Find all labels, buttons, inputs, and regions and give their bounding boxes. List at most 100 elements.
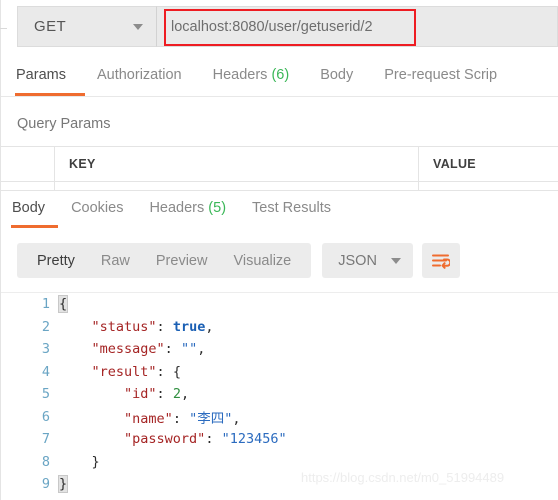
response-body-viewer[interactable]: 1{2 "status": true, 3 "message": "", 4 "re… [1, 292, 558, 500]
word-wrap-toggle[interactable] [421, 243, 460, 278]
view-raw-button[interactable]: Raw [88, 253, 143, 269]
code-line: 2 "status": true, [1, 316, 558, 339]
code-token: } [57, 475, 69, 494]
line-number: 1 [41, 296, 50, 313]
tab-body[interactable]: Body [320, 63, 353, 83]
code-token: } [91, 453, 100, 470]
line-number: 3 [41, 341, 50, 358]
row-checkbox-cell[interactable] [1, 182, 55, 190]
query-params-empty-row[interactable] [1, 182, 558, 191]
code-token: "password" [124, 431, 206, 448]
response-tab-body[interactable]: Body [12, 196, 45, 216]
response-tab-body-label: Body [12, 200, 46, 216]
line-number: 8 [41, 453, 50, 470]
code-line-content: "name": "李四", [59, 407, 558, 427]
request-url-row: GET localhost:8080/user/getuserid/2 [17, 6, 558, 47]
tab-params-label: Params [16, 67, 66, 83]
query-params-header-row: KEY VALUE [1, 146, 558, 182]
code-line: 3 "message": "", [1, 338, 558, 361]
active-response-tab-indicator [11, 225, 58, 228]
column-header-value-label: VALUE [433, 157, 476, 171]
response-tab-test-results[interactable]: Test Results [252, 196, 331, 216]
code-token: "status" [91, 318, 157, 335]
url-input-value: localhost:8080/user/getuserid/2 [171, 18, 373, 35]
row-value-cell[interactable] [419, 182, 558, 190]
response-language-select[interactable]: JSON [322, 243, 413, 278]
response-tab-test-results-label: Test Results [252, 200, 332, 216]
response-view-group: Pretty Raw Preview Visualize [17, 243, 312, 278]
code-token: "id" [124, 386, 157, 403]
code-token: { [57, 295, 69, 314]
request-tabs: Params Authorization Headers (6) Body Pr… [1, 63, 558, 96]
response-tab-cookies-label: Cookies [71, 200, 124, 216]
line-number: 5 [41, 386, 50, 403]
tab-headers[interactable]: Headers (6) [213, 63, 290, 83]
code-token: : [205, 431, 222, 448]
code-line-content: } [57, 475, 558, 494]
code-token: : [172, 410, 190, 427]
sidebar-notch [0, 28, 7, 29]
line-number: 2 [41, 318, 50, 335]
code-line: 9} [1, 473, 558, 496]
response-tab-headers-label: Headers [149, 200, 205, 216]
line-number: 6 [41, 408, 50, 425]
word-wrap-icon [432, 254, 451, 269]
response-format-toolbar: Pretty Raw Preview Visualize JSON [17, 243, 460, 278]
column-header-value: VALUE [419, 147, 558, 181]
tab-params[interactable]: Params [16, 63, 66, 83]
select-all-checkbox-cell[interactable] [1, 147, 55, 181]
tab-body-label: Body [320, 67, 354, 83]
tab-pre-request-script-label: Pre-request Scrip [384, 67, 498, 83]
response-tabs: Body Cookies Headers (5) Test Results [1, 196, 558, 228]
chevron-down-icon [390, 257, 401, 264]
code-line-content: "result": { [59, 364, 558, 380]
code-line: 8 } [1, 451, 558, 474]
code-token: 2 [172, 386, 181, 403]
line-number: 9 [41, 476, 50, 493]
code-line-content: "message": "", [59, 341, 558, 357]
code-line-content: { [57, 295, 558, 314]
response-body-code: 1{2 "status": true, 3 "message": "", 4 "re… [1, 293, 558, 496]
response-language-label: JSON [338, 252, 377, 269]
code-token: : [156, 363, 173, 380]
code-line: 7 "password": "123456" [1, 428, 558, 451]
column-header-key: KEY [55, 147, 419, 181]
view-preview-button[interactable]: Preview [143, 253, 221, 269]
code-line-content: "status": true, [59, 319, 558, 335]
url-input[interactable]: localhost:8080/user/getuserid/2 [157, 6, 558, 47]
http-method-select[interactable]: GET [17, 6, 157, 47]
row-key-cell[interactable] [55, 182, 419, 190]
response-tab-headers[interactable]: Headers (5) [149, 196, 226, 216]
code-line-content: "password": "123456" [59, 431, 558, 447]
code-token: true [172, 318, 206, 335]
chevron-down-icon [133, 23, 143, 30]
line-number: 4 [41, 363, 50, 380]
code-token: "message" [91, 341, 165, 358]
tab-authorization[interactable]: Authorization [97, 63, 182, 83]
line-number: 7 [41, 431, 50, 448]
view-pretty-button[interactable]: Pretty [24, 253, 88, 269]
code-line-content: "id": 2, [59, 386, 558, 402]
code-line: 5 "id": 2, [1, 383, 558, 406]
tab-headers-label: Headers [212, 67, 268, 83]
code-token: { [172, 363, 181, 380]
view-visualize-button[interactable]: Visualize [220, 253, 304, 269]
code-token: : [164, 341, 181, 358]
code-token: , [232, 410, 241, 427]
code-token: "李四" [189, 410, 233, 427]
tab-pre-request-script[interactable]: Pre-request Scrip [384, 63, 497, 83]
code-token: : [156, 386, 173, 403]
response-tab-cookies[interactable]: Cookies [71, 196, 123, 216]
query-params-heading: Query Params [17, 116, 111, 132]
code-token: "123456" [221, 431, 287, 448]
query-params-table: KEY VALUE [1, 146, 558, 191]
code-token: "" [180, 341, 198, 358]
code-token: , [180, 386, 190, 403]
